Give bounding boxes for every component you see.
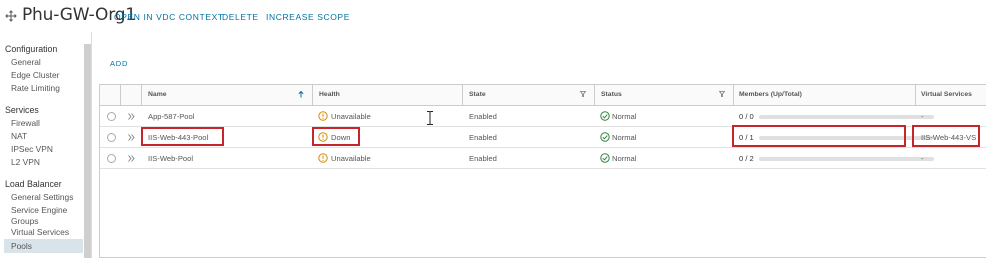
datagrid-header: Name Health State Status Members (Up/Tot… (100, 85, 986, 106)
column-separator[interactable] (462, 85, 463, 106)
increase-scope-button[interactable]: INCREASE SCOPE (266, 12, 350, 22)
page-header: Phu-GW-Org1 OPEN IN VDC CONTEXT DELETE I… (0, 0, 986, 32)
pool-virtual-services: - (921, 112, 924, 121)
column-header-members[interactable]: Members (Up/Total) (739, 91, 802, 98)
pool-status: Normal (612, 133, 637, 142)
sidebar-item-pools[interactable]: Pools (11, 241, 32, 251)
sidebar-heading-services: Services (5, 105, 39, 115)
expand-row-icon[interactable] (128, 113, 135, 120)
annotation-highlight-name (141, 127, 224, 146)
sidebar-item-edge-cluster[interactable]: Edge Cluster (11, 70, 59, 80)
column-header-virtual-services[interactable]: Virtual Services (921, 91, 972, 98)
column-separator (120, 85, 121, 106)
expand-row-icon[interactable] (128, 134, 135, 141)
pool-name: IIS-Web-Pool (148, 154, 194, 163)
annotation-highlight-health (312, 127, 360, 146)
pool-state: Enabled (469, 154, 497, 163)
pool-health: Unavailable (331, 154, 371, 163)
check-circle-icon (600, 132, 610, 142)
column-separator[interactable] (594, 85, 595, 106)
pools-datagrid: Name Health State Status Members (Up/Tot… (99, 84, 986, 258)
add-button[interactable]: ADD (110, 59, 128, 68)
row-select-radio[interactable] (107, 154, 116, 163)
sort-ascending-icon[interactable] (298, 91, 304, 98)
column-separator (141, 85, 142, 106)
text-cursor-icon (427, 111, 433, 125)
warning-circle-icon (318, 153, 328, 163)
column-separator[interactable] (733, 85, 734, 106)
members-progress-bar (759, 157, 934, 161)
sidebar-item-rate-limiting[interactable]: Rate Limiting (11, 83, 60, 93)
sidebar-item-nat[interactable]: NAT (11, 131, 27, 141)
sidebar-item-ipsec-vpn[interactable]: IPSec VPN (11, 144, 53, 154)
members-progress-bar (759, 115, 934, 119)
open-in-vdc-context-button[interactable]: OPEN IN VDC CONTEXT (114, 12, 224, 22)
sidebar-item-virtual-services[interactable]: Virtual Services (11, 227, 69, 237)
pool-health: Unavailable (331, 112, 371, 121)
pool-members: 0 / 0 (739, 112, 754, 121)
sidebar-item-general[interactable]: General (11, 57, 41, 67)
filter-icon[interactable] (719, 91, 725, 97)
annotation-highlight-virtual-services (912, 125, 980, 147)
delete-button[interactable]: DELETE (222, 12, 259, 22)
column-header-name[interactable]: Name (148, 91, 167, 98)
column-header-health[interactable]: Health (319, 91, 340, 98)
edge-gateway-icon (5, 10, 17, 22)
sidebar-item-service-engine-groups[interactable]: Service Engine Groups (11, 205, 81, 226)
pool-state: Enabled (469, 112, 497, 121)
pool-name: App-587-Pool (148, 112, 195, 121)
filter-icon[interactable] (580, 91, 586, 97)
expand-row-icon[interactable] (128, 155, 135, 162)
sidebar-heading-load-balancer: Load Balancer (5, 179, 62, 189)
pool-members: 0 / 2 (739, 154, 754, 163)
pool-status: Normal (612, 112, 637, 121)
sidebar-item-l2-vpn[interactable]: L2 VPN (11, 157, 40, 167)
table-row[interactable]: IIS-Web-Pool Unavailable Enabled Normal … (100, 148, 986, 169)
annotation-highlight-members (732, 125, 906, 147)
pool-virtual-services: - (921, 154, 924, 163)
row-select-radio[interactable] (107, 112, 116, 121)
check-circle-icon (600, 153, 610, 163)
sidebar-scrollbar[interactable] (84, 44, 91, 258)
column-separator[interactable] (312, 85, 313, 106)
table-row[interactable]: App-587-Pool Unavailable Enabled Normal … (100, 106, 986, 127)
warning-circle-icon (318, 111, 328, 121)
column-header-state[interactable]: State (469, 91, 486, 98)
sidebar-heading-configuration: Configuration (5, 44, 58, 54)
check-circle-icon (600, 111, 610, 121)
pool-state: Enabled (469, 133, 497, 142)
column-header-status[interactable]: Status (601, 91, 622, 98)
row-select-radio[interactable] (107, 133, 116, 142)
pool-status: Normal (612, 154, 637, 163)
sidebar-item-firewall[interactable]: Firewall (11, 118, 40, 128)
column-separator[interactable] (915, 85, 916, 106)
sidebar-item-general-settings[interactable]: General Settings (11, 192, 73, 202)
